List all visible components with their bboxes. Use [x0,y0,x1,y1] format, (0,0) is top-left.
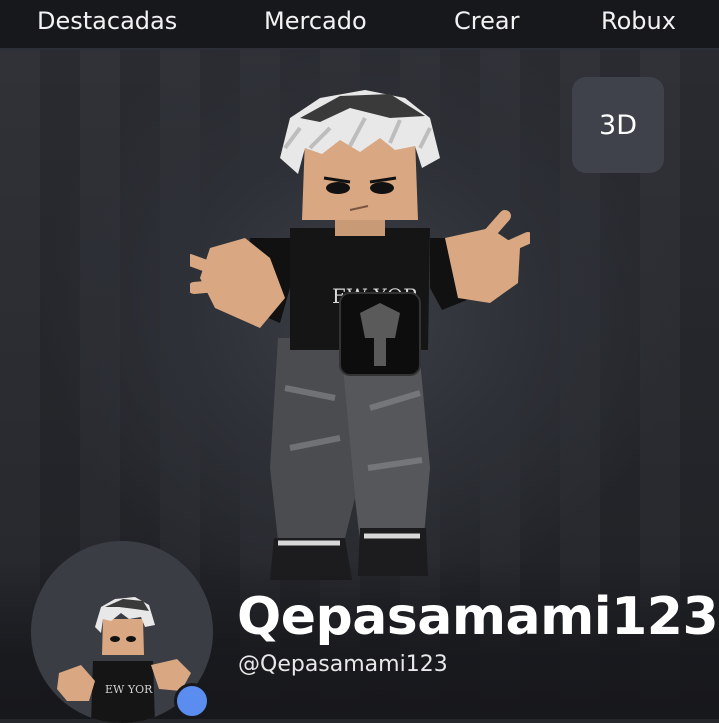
svg-text:EW YOR: EW YOR [105,683,153,696]
nav-item-robux[interactable]: Robux [601,7,676,35]
toggle-3d-button[interactable]: 3D [572,77,664,173]
top-navigation: Destacadas Mercado Crear Robux [0,0,719,50]
display-name: Qepasamami123 [237,587,719,647]
nav-item-mercado[interactable]: Mercado [264,7,367,35]
nav-item-crear[interactable]: Crear [454,7,519,35]
avatar-3d-figure-icon[interactable]: EW YOR [190,88,530,588]
username-handle: @Qepasamami123 [238,652,448,677]
nav-item-destacadas[interactable]: Destacadas [37,7,177,35]
online-status-dot-icon [174,683,210,719]
